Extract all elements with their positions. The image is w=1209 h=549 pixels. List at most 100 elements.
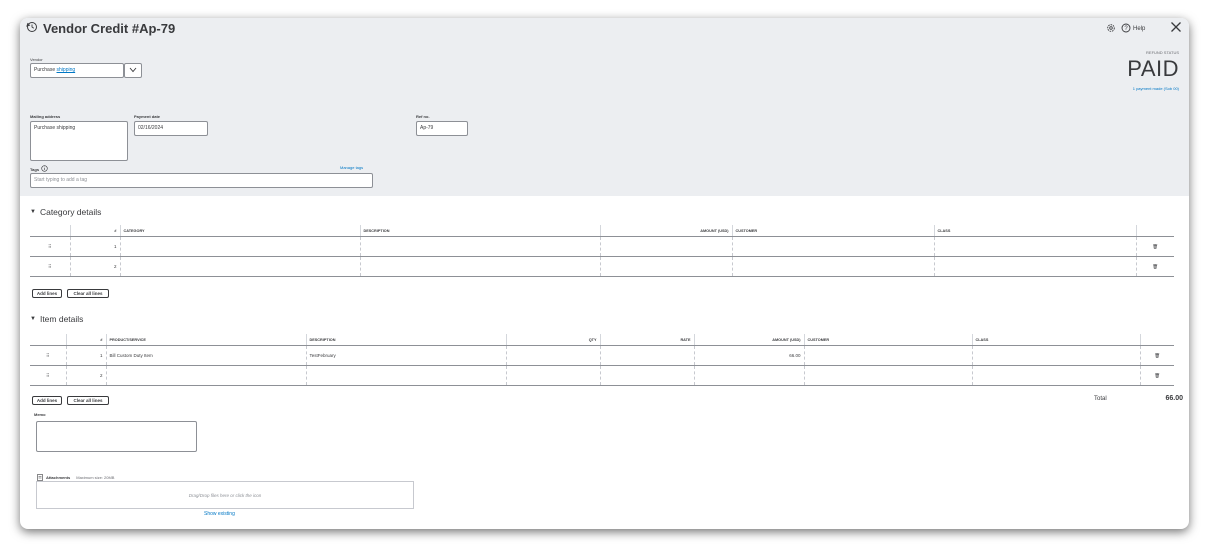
item-details-title: Item details xyxy=(39,314,84,324)
description-cell[interactable] xyxy=(305,365,506,386)
attachment-dropzone[interactable]: Drag/Drop files here or click the icon xyxy=(36,481,414,509)
vendor-label: Vendor xyxy=(30,57,43,62)
table-row[interactable]: ⠿ 1 Bill Custom Duty Item TestFebruary 6… xyxy=(30,345,1174,366)
add-lines-button[interactable]: Add lines xyxy=(32,396,62,405)
row-number: 2 xyxy=(65,365,106,386)
drag-column-header xyxy=(30,334,66,346)
tags-label-row: Tags xyxy=(30,165,48,173)
column-header: # xyxy=(65,334,106,346)
total-label: Total xyxy=(1094,396,1107,402)
memo-field[interactable] xyxy=(36,421,197,452)
close-icon[interactable] xyxy=(1170,20,1182,38)
column-header: RATE xyxy=(599,334,694,346)
category-table: # CATEGORY DESCRIPTION AMOUNT (USD) CUST… xyxy=(30,225,1174,277)
column-header: # xyxy=(69,225,120,237)
column-header: CUSTOMER xyxy=(731,225,934,237)
description-cell[interactable] xyxy=(359,256,600,277)
info-icon[interactable] xyxy=(41,165,48,173)
payment-made-link[interactable]: 1 payment made (Sob 00) xyxy=(1133,86,1179,91)
item-table: # PRODUCT/SERVICE DESCRIPTION QTY RATE A… xyxy=(30,334,1174,386)
class-cell[interactable] xyxy=(971,345,1140,366)
row-number: 2 xyxy=(69,256,120,277)
amount-cell[interactable] xyxy=(599,256,732,277)
category-cell[interactable] xyxy=(119,256,360,277)
drag-handle-icon[interactable]: ⠿ xyxy=(30,256,70,277)
drag-handle-icon[interactable]: ⠿ xyxy=(30,365,66,386)
ref-no-field[interactable]: Ap-79 xyxy=(416,121,468,136)
description-cell[interactable]: TestFebruary xyxy=(305,345,506,366)
amount-cell[interactable] xyxy=(599,236,732,257)
help-button[interactable]: ? Help xyxy=(1121,20,1145,38)
chevron-down-icon xyxy=(129,67,137,75)
item-details-toggle[interactable]: ▼ Item details xyxy=(30,314,83,324)
table-row[interactable]: ⠿ 2 🗑 xyxy=(30,365,1174,386)
actions-column-header xyxy=(1139,334,1174,346)
drag-handle-icon[interactable]: ⠿ xyxy=(30,345,66,366)
product-cell[interactable] xyxy=(105,365,306,386)
trash-icon[interactable]: 🗑 xyxy=(1139,345,1174,366)
table-row[interactable]: ⠿ 2 🗑 xyxy=(30,256,1174,277)
memo-label: Memo xyxy=(34,412,46,417)
customer-cell[interactable] xyxy=(803,345,972,366)
column-header: CLASS xyxy=(933,225,1136,237)
gear-icon[interactable] xyxy=(1106,20,1116,38)
customer-cell[interactable] xyxy=(731,236,934,257)
description-cell[interactable] xyxy=(359,236,600,257)
trash-icon[interactable]: 🗑 xyxy=(1135,236,1174,257)
class-cell[interactable] xyxy=(933,256,1136,277)
vendor-dropdown-button[interactable] xyxy=(124,63,142,78)
manage-tags-link[interactable]: Manage tags xyxy=(340,165,363,170)
attachments-max-size: Maximum size: 20MB xyxy=(76,474,115,480)
vendor-select[interactable]: Purchase shipping xyxy=(30,63,124,78)
customer-cell[interactable] xyxy=(803,365,972,386)
clear-all-lines-button[interactable]: Clear all lines xyxy=(67,396,109,405)
column-header: DESCRIPTION xyxy=(305,334,506,346)
refund-status-value: PAID xyxy=(1127,56,1179,81)
column-header: CUSTOMER xyxy=(803,334,972,346)
item-header-row: # PRODUCT/SERVICE DESCRIPTION QTY RATE A… xyxy=(30,334,1174,346)
trash-icon[interactable]: 🗑 xyxy=(1139,365,1174,386)
column-header: DESCRIPTION xyxy=(359,225,600,237)
header-panel xyxy=(20,18,1189,196)
vendor-credit-icon xyxy=(26,21,38,36)
category-details-title: Category details xyxy=(39,207,102,217)
row-number: 1 xyxy=(69,236,120,257)
vendor-link[interactable]: shipping xyxy=(57,67,76,73)
help-circle-icon: ? xyxy=(1121,20,1131,38)
add-lines-button[interactable]: Add lines xyxy=(32,289,62,298)
actions-column-header xyxy=(1135,225,1174,237)
refund-status-label: REFUND STATUS xyxy=(1146,50,1179,55)
trash-icon[interactable]: 🗑 xyxy=(1135,256,1174,277)
clear-all-lines-button[interactable]: Clear all lines xyxy=(67,289,109,298)
caret-down-icon: ▼ xyxy=(30,316,36,322)
column-header: CLASS xyxy=(971,334,1140,346)
row-number: 1 xyxy=(65,345,106,366)
product-cell[interactable]: Bill Custom Duty Item xyxy=(105,345,306,366)
class-cell[interactable] xyxy=(933,236,1136,257)
rate-cell[interactable] xyxy=(599,345,694,366)
qty-cell[interactable] xyxy=(505,345,600,366)
amount-cell[interactable] xyxy=(693,365,804,386)
show-existing-link[interactable]: Show existing xyxy=(204,511,235,517)
amount-cell[interactable]: 66.00 xyxy=(693,345,804,366)
rate-cell[interactable] xyxy=(599,365,694,386)
payment-date-field[interactable]: 02/16/2024 xyxy=(134,121,208,136)
table-row[interactable]: ⠿ 1 🗑 xyxy=(30,236,1174,257)
column-header: AMOUNT (USD) xyxy=(693,334,804,346)
mailing-address-field[interactable]: Purchase shipping xyxy=(30,121,128,161)
payment-date-label: Payment date xyxy=(134,114,161,119)
total-value: 66.00 xyxy=(1165,395,1183,402)
qty-cell[interactable] xyxy=(505,365,600,386)
mailing-address-label: Mailing address xyxy=(30,114,61,119)
column-header: AMOUNT (USD) xyxy=(599,225,732,237)
drag-handle-icon[interactable]: ⠿ xyxy=(30,236,70,257)
category-cell[interactable] xyxy=(119,236,360,257)
customer-cell[interactable] xyxy=(731,256,934,277)
vendor-value: Purchase xyxy=(34,67,57,73)
vendor-credit-window: Vendor Credit #Ap-79 ? Help Vendor Purch… xyxy=(20,18,1189,529)
class-cell[interactable] xyxy=(971,365,1140,386)
page-title-row: Vendor Credit #Ap-79 xyxy=(26,21,175,36)
tags-input[interactable]: Start typing to add a tag xyxy=(30,173,373,188)
category-details-toggle[interactable]: ▼ Category details xyxy=(30,207,101,217)
ref-no-label: Ref no. xyxy=(416,114,430,119)
